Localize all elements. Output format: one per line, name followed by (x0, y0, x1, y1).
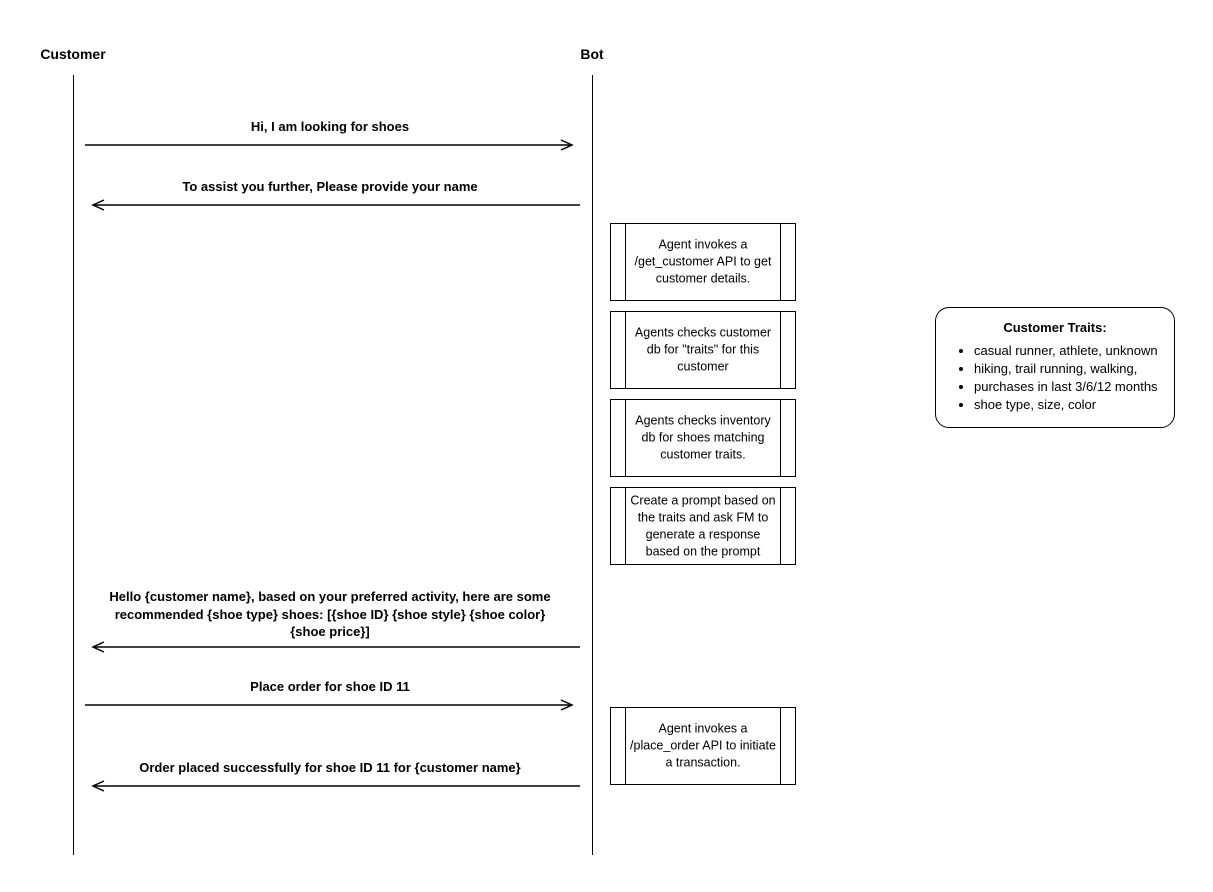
note-item: purchases in last 3/6/12 months (974, 379, 1158, 394)
sequence-diagram: Customer Bot Hi, I am looking for shoes … (0, 0, 1213, 892)
lifeline-customer (73, 75, 74, 855)
note-item: hiking, trail running, walking, (974, 361, 1158, 376)
note-title: Customer Traits: (952, 320, 1158, 335)
arrow-m4 (85, 699, 580, 711)
arrow-m1 (85, 139, 580, 151)
msg-customer-looking-for-shoes: Hi, I am looking for shoes (95, 118, 565, 136)
selfbox-place-order-text: Agent invokes a /place_order API to init… (627, 721, 779, 772)
selfbox-check-inventory: Agents checks inventory db for shoes mat… (610, 399, 796, 477)
selfbox-check-traits: Agents checks customer db for "traits" f… (610, 311, 796, 389)
msg-order-success: Order placed successfully for shoe ID 11… (95, 759, 565, 777)
arrow-m2 (85, 199, 580, 211)
msg-place-order: Place order for shoe ID 11 (95, 678, 565, 696)
msg-recommendation: Hello {customer name}, based on your pre… (105, 588, 555, 641)
selfbox-create-prompt: Create a prompt based on the traits and … (610, 487, 796, 565)
selfbox-get-customer-text: Agent invokes a /get_customer API to get… (627, 237, 779, 288)
note-customer-traits: Customer Traits: casual runner, athlete,… (935, 307, 1175, 428)
selfbox-create-prompt-text: Create a prompt based on the traits and … (627, 492, 779, 560)
lifeline-bot (592, 75, 593, 855)
actor-bot: Bot (580, 46, 603, 62)
selfbox-place-order: Agent invokes a /place_order API to init… (610, 707, 796, 785)
note-item: casual runner, athlete, unknown (974, 343, 1158, 358)
selfbox-get-customer: Agent invokes a /get_customer API to get… (610, 223, 796, 301)
msg-provide-name: To assist you further, Please provide yo… (95, 178, 565, 196)
note-item: shoe type, size, color (974, 397, 1158, 412)
selfbox-check-inventory-text: Agents checks inventory db for shoes mat… (627, 413, 779, 464)
selfbox-check-traits-text: Agents checks customer db for "traits" f… (627, 325, 779, 376)
arrow-m3 (85, 641, 580, 653)
actor-customer: Customer (40, 46, 105, 62)
arrow-m5 (85, 780, 580, 792)
